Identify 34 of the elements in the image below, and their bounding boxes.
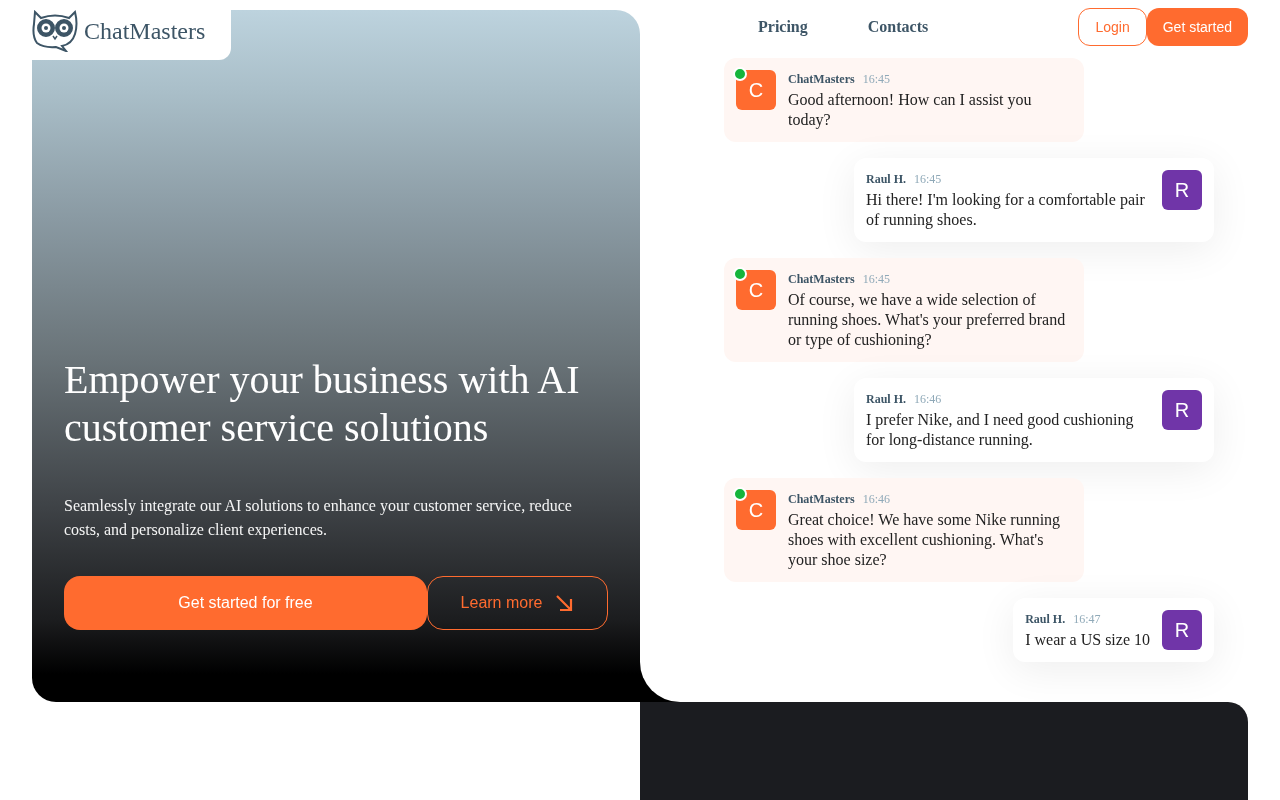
author-name: Raul H. — [866, 171, 906, 188]
author-name: Raul H. — [1025, 611, 1066, 628]
get-started-free-button[interactable]: Get started for free — [64, 576, 427, 630]
message-time: 16:45 — [862, 71, 890, 88]
message-text: Good afternoon! How can I assist you today? — [788, 90, 1033, 130]
message-time: 16:45 — [862, 271, 890, 288]
avatar: R — [1162, 390, 1202, 430]
avatar: C — [736, 270, 776, 310]
author-name: Raul H. — [866, 391, 906, 408]
author-name: ChatMasters — [788, 491, 855, 508]
author-name: ChatMasters — [788, 271, 855, 288]
nav-link[interactable]: Contacts — [867, 15, 929, 39]
message-time: 16:45 — [914, 171, 942, 188]
message-time: 16:47 — [1073, 611, 1101, 628]
message-time: 16:46 — [862, 491, 890, 508]
avatar: C — [736, 70, 776, 110]
message-time: 16:46 — [914, 391, 942, 408]
message-text: I wear a US size 10 — [1025, 630, 1150, 650]
avatar: R — [1162, 610, 1202, 650]
message-text: I prefer Nike, and I need good cushioning for long-distance running. — [866, 410, 1135, 450]
nav-link[interactable]: Pricing — [758, 15, 808, 39]
arrow-down-right-icon — [554, 593, 575, 613]
message-text: Hi there! I'm looking for a comfortable pair of running shoes. — [866, 190, 1146, 230]
message-text: Of course, we have a wide selection of running shoes. What's your preferred brand or type of cushioning? — [788, 290, 1067, 350]
author-name: ChatMasters — [788, 71, 855, 88]
get-started-button[interactable]: Get started — [1146, 8, 1248, 46]
hero-title: Empower your business with AI customer service solutions — [64, 356, 581, 452]
login-button[interactable]: Login — [1078, 8, 1147, 46]
message-text: Great choice! We have some Nike running shoes with excellent cushioning. What's your shoe size? — [788, 510, 1062, 570]
avatar: C — [736, 490, 776, 530]
learn-more-button[interactable]: Learn more — [427, 576, 608, 630]
hero-text: Seamlessly integrate our AI solutions to enhance your customer service, reduce costs, and personalize client experiences. — [64, 496, 573, 541]
brand-name: ChatMasters — [84, 19, 206, 43]
avatar: R — [1162, 170, 1202, 210]
